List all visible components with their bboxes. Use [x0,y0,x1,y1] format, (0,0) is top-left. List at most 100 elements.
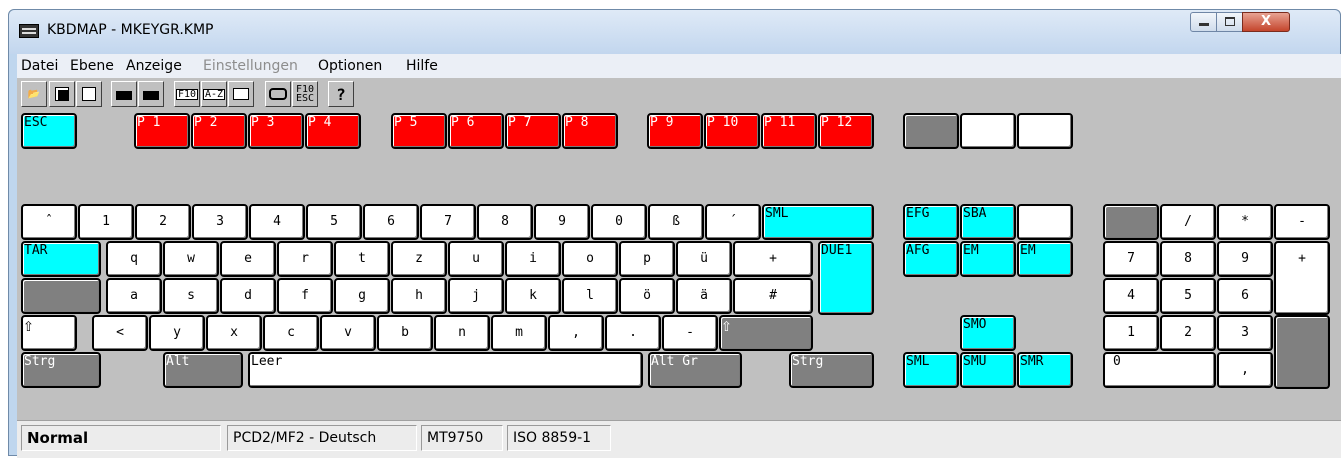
key-pause[interactable] [1017,113,1073,149]
menu-ebene[interactable]: Ebene [70,58,114,74]
key-backspace[interactable]: SML [762,204,874,240]
f10-esc-button[interactable]: F10 ESC [292,81,318,107]
key-x[interactable]: x [206,315,262,351]
key-p5[interactable]: P 5 [391,113,447,149]
key-page-up[interactable] [1017,204,1073,240]
properties-button[interactable] [76,81,102,107]
keyboard-app-icon[interactable] [19,24,39,38]
key-smu[interactable]: SMU [960,352,1016,388]
key-w[interactable]: w [163,241,219,277]
key-a[interactable]: a [106,278,162,314]
minimize-button[interactable] [1190,12,1217,32]
key-minus[interactable]: - [662,315,718,351]
key-caps-lock[interactable] [21,278,101,314]
key-b[interactable]: b [377,315,433,351]
key-shift-left[interactable]: ⇧ [21,315,77,351]
key-num-star[interactable]: * [1217,204,1273,240]
key-l[interactable]: l [562,278,618,314]
key-p10[interactable]: P 10 [704,113,760,149]
key-print[interactable] [903,113,959,149]
key-less-than[interactable]: < [92,315,148,351]
key-7[interactable]: 7 [420,204,476,240]
key-num-lock[interactable] [1103,204,1159,240]
key-p11[interactable]: P 11 [761,113,817,149]
key-r[interactable]: r [277,241,333,277]
key-ae[interactable]: ä [676,278,732,314]
key-h[interactable]: h [391,278,447,314]
key-i[interactable]: i [505,241,561,277]
key-9[interactable]: 9 [534,204,590,240]
key-g[interactable]: g [334,278,390,314]
key-p7[interactable]: P 7 [505,113,561,149]
key-sba[interactable]: SBA [960,204,1016,240]
key-u[interactable]: u [448,241,504,277]
key-p6[interactable]: P 6 [448,113,504,149]
key-f[interactable]: f [277,278,333,314]
help-button[interactable]: ? [328,81,354,107]
key-shift-right[interactable]: ⇧ [719,315,813,351]
menu-hilfe[interactable]: Hilfe [406,58,438,74]
key-tab[interactable]: TAR [21,241,101,277]
key-6[interactable]: 6 [363,204,419,240]
key-num-8[interactable]: 8 [1160,241,1216,277]
key-num-1[interactable]: 1 [1103,315,1159,351]
key-smr[interactable]: SMR [1017,352,1073,388]
key-0[interactable]: 0 [591,204,647,240]
key-t[interactable]: t [334,241,390,277]
key-p9[interactable]: P 9 [647,113,703,149]
menu-anzeige[interactable]: Anzeige [126,58,182,74]
key-space[interactable]: Leer [248,352,643,388]
key-scroll[interactable] [960,113,1016,149]
key-1[interactable]: 1 [78,204,134,240]
key-em-1[interactable]: EM [960,241,1016,277]
key-num-9[interactable]: 9 [1217,241,1273,277]
key-2[interactable]: 2 [135,204,191,240]
key-num-6[interactable]: 6 [1217,278,1273,314]
key-enter[interactable]: DUE1 [818,241,874,315]
key-p12[interactable]: P 12 [818,113,874,149]
key-p3[interactable]: P 3 [248,113,304,149]
key-s[interactable]: s [163,278,219,314]
key-num-7[interactable]: 7 [1103,241,1159,277]
find-button[interactable] [265,81,291,107]
key-p[interactable]: p [619,241,675,277]
save-button[interactable] [49,81,75,107]
key-n[interactable]: n [434,315,490,351]
key-eszett[interactable]: ß [648,204,704,240]
key-circumflex[interactable]: ˆ [21,204,77,240]
key-em-2[interactable]: EM [1017,241,1073,277]
key-ctrl-left[interactable]: Strg [21,352,101,388]
maximize-button[interactable] [1216,12,1243,32]
open-button[interactable]: 📂 [21,81,47,107]
key-k[interactable]: k [505,278,561,314]
key-ctrl-right[interactable]: Strg [789,352,874,388]
key-num-2[interactable]: 2 [1160,315,1216,351]
key-j[interactable]: j [448,278,504,314]
key-oe[interactable]: ö [619,278,675,314]
key-p4[interactable]: P 4 [305,113,361,149]
key-v[interactable]: v [320,315,376,351]
key-altgr[interactable]: Alt Gr [648,352,742,388]
key-num-5[interactable]: 5 [1160,278,1216,314]
key-plus[interactable]: + [733,241,813,277]
key-q[interactable]: q [106,241,162,277]
key-sml[interactable]: SML [903,352,959,388]
key-5[interactable]: 5 [306,204,362,240]
key-esc[interactable]: ESC [21,113,77,149]
key-num-0[interactable]: 0 [1103,352,1216,388]
key-num-enter[interactable] [1274,315,1330,389]
key-num-3[interactable]: 3 [1217,315,1273,351]
key-num-slash[interactable]: / [1160,204,1216,240]
charset-button[interactable] [228,81,254,107]
key-hash[interactable]: # [733,278,813,314]
key-num-minus[interactable]: - [1274,204,1330,240]
sort-az-button[interactable]: A-Z [201,81,227,107]
key-p8[interactable]: P 8 [562,113,618,149]
key-acute[interactable]: ´ [705,204,761,240]
key-p1[interactable]: P 1 [134,113,190,149]
key-ue[interactable]: ü [676,241,732,277]
key-num-comma[interactable]: , [1217,352,1273,388]
key-c[interactable]: c [263,315,319,351]
key-4[interactable]: 4 [249,204,305,240]
key-p2[interactable]: P 2 [191,113,247,149]
